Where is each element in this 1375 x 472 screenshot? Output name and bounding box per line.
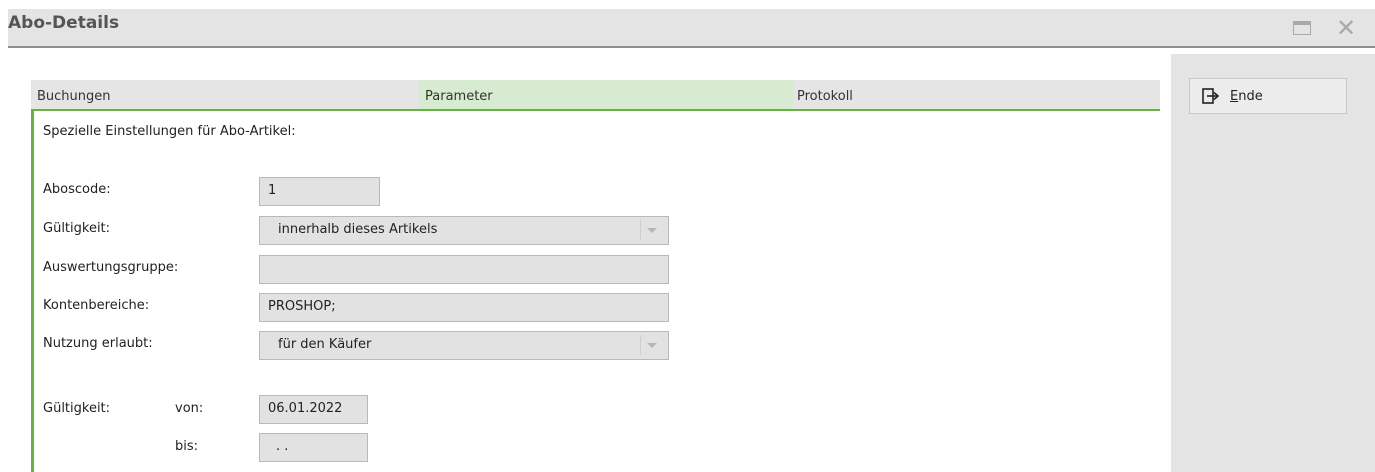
validity-from-label: von: — [175, 401, 204, 416]
tab-parameter-label: Parameter — [425, 89, 493, 104]
nutzung-value: für den Käufer — [278, 337, 372, 352]
parameter-panel: Spezielle Einstellungen für Abo-Artikel:… — [31, 109, 1160, 472]
kontenbereiche-field[interactable]: PROSHOP; — [259, 293, 669, 322]
tab-protokoll-label: Protokoll — [797, 89, 853, 104]
validity-label: Gültigkeit: — [43, 401, 111, 416]
maximize-button[interactable] — [1291, 18, 1313, 38]
chevron-down-icon[interactable] — [640, 220, 663, 240]
ende-button[interactable]: Ende — [1189, 78, 1347, 114]
close-icon: ✕ — [1335, 14, 1357, 42]
title-bar: Abo-Details ✕ — [8, 9, 1375, 48]
gueltigkeit-select[interactable]: innerhalb dieses Artikels — [259, 216, 669, 245]
validity-to-label: bis: — [175, 439, 199, 454]
gueltigkeit-value: innerhalb dieses Artikels — [278, 222, 438, 237]
gueltigkeit-label: Gültigkeit: — [43, 221, 111, 236]
auswertungsgruppe-field[interactable] — [259, 255, 669, 284]
action-sidebar — [1171, 54, 1375, 472]
validity-to-field[interactable]: . . — [259, 433, 368, 462]
tab-buchungen-label: Buchungen — [37, 89, 111, 104]
aboscode-label: Aboscode: — [43, 182, 111, 197]
close-button[interactable]: ✕ — [1335, 14, 1357, 42]
chevron-down-icon[interactable] — [640, 335, 663, 355]
nutzung-select[interactable]: für den Käufer — [259, 331, 669, 360]
tab-parameter[interactable]: Parameter — [419, 80, 793, 109]
auswertungsgruppe-label: Auswertungsgruppe: — [43, 260, 179, 275]
nutzung-label: Nutzung erlaubt: — [43, 336, 153, 351]
section-heading: Spezielle Einstellungen für Abo-Artikel: — [43, 124, 296, 139]
validity-from-field[interactable]: 06.01.2022 — [259, 395, 368, 424]
kontenbereiche-label: Kontenbereiche: — [43, 298, 150, 313]
tab-protokoll[interactable]: Protokoll — [791, 80, 1160, 109]
tab-bar: Buchungen Parameter Protokoll — [31, 80, 1160, 109]
window-title: Abo-Details — [8, 13, 120, 33]
ende-label: Ende — [1230, 88, 1263, 104]
tab-buchungen[interactable]: Buchungen — [31, 80, 411, 109]
exit-icon — [1202, 88, 1220, 104]
maximize-icon — [1293, 21, 1311, 35]
aboscode-field[interactable]: 1 — [259, 177, 380, 206]
